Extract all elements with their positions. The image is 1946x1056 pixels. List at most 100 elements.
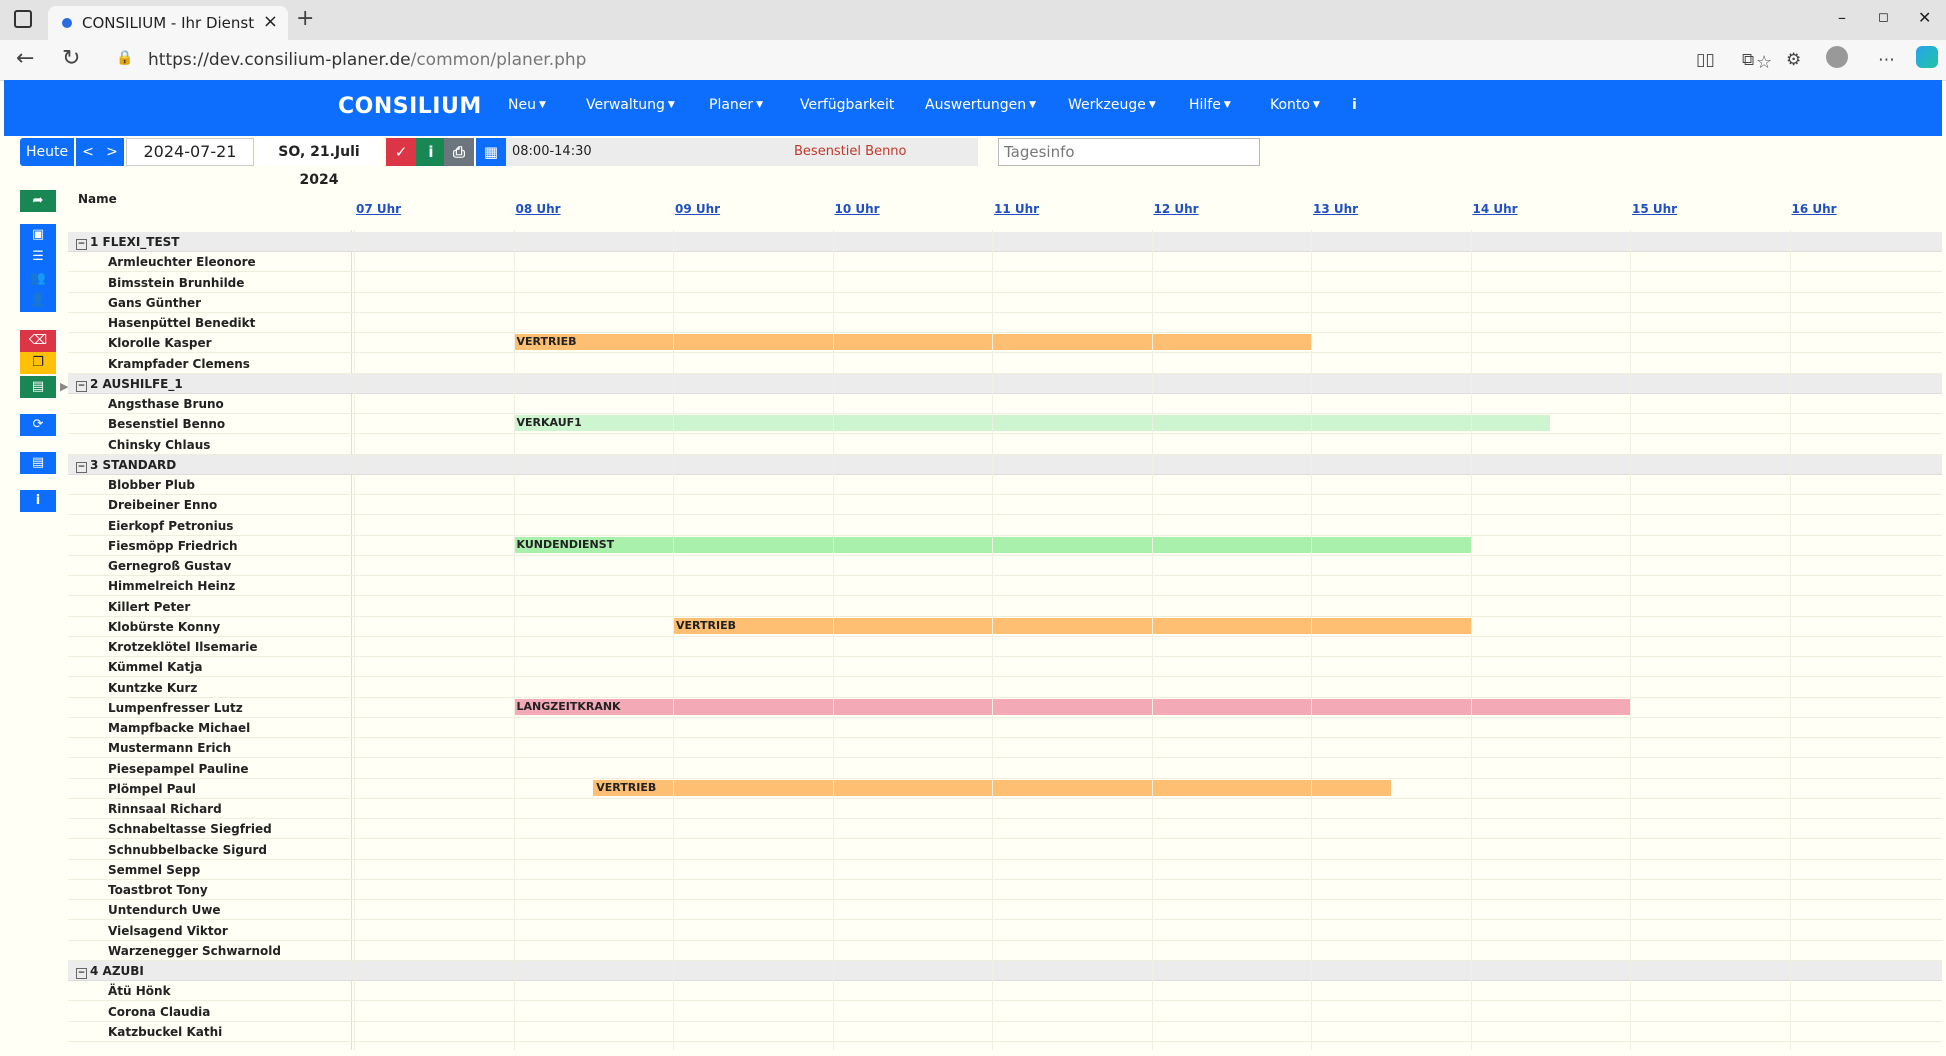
extensions-icon[interactable]: ⚙ (1786, 50, 1801, 70)
new-tab-icon[interactable]: + (296, 6, 314, 31)
maximize-icon[interactable]: ◻ (1878, 10, 1889, 25)
collapse-toggle-icon[interactable]: − (76, 239, 87, 250)
employee-row[interactable]: Armleuchter Eleonore (68, 252, 1942, 273)
hour-label[interactable]: 12 Uhr (1154, 202, 1199, 216)
back-icon[interactable]: ← (16, 46, 34, 71)
group-label[interactable]: −2 AUSHILFE_1 (76, 377, 183, 392)
employee-row[interactable]: Toastbrot Tony (68, 880, 1942, 900)
tagesinfo-input[interactable]: Tagesinfo (998, 138, 1260, 166)
hour-label[interactable]: 10 Uhr (835, 202, 880, 216)
shift-bar[interactable]: VERTRIEB (673, 617, 1471, 634)
menu-verwaltung[interactable]: Verwaltung ▼ (586, 97, 675, 113)
pdf-icon[interactable]: ▤ (20, 452, 56, 474)
minimize-icon[interactable]: – (1838, 8, 1846, 27)
employee-row[interactable]: Klobürste Konny VERTRIEB (68, 617, 1942, 637)
window-menu-icon[interactable] (14, 10, 32, 28)
copilot-icon[interactable] (1916, 46, 1938, 68)
date-input[interactable]: 2024-07-21 (126, 138, 254, 166)
share-icon[interactable]: ➦ (20, 190, 56, 212)
collections-icon[interactable]: ⧉ (1742, 50, 1754, 70)
employee-row[interactable]: Bimsstein Brunhilde (68, 273, 1942, 293)
employee-row[interactable]: Gernegroß Gustav (68, 556, 1942, 576)
info-button[interactable]: i (416, 138, 446, 166)
info-icon[interactable]: i (20, 490, 56, 512)
employee-row[interactable]: Schnubbelbacke Sigurd (68, 840, 1942, 860)
employee-row[interactable]: Mustermann Erich (68, 738, 1942, 759)
hour-label[interactable]: 13 Uhr (1313, 202, 1358, 216)
list-icon[interactable]: ☰ (20, 246, 56, 268)
group-label[interactable]: −1 FLEXI_TEST (76, 235, 180, 250)
prev-day-button[interactable]: < (76, 138, 100, 166)
group-label[interactable]: −4 AZUBI (76, 964, 144, 979)
hour-label[interactable]: 16 Uhr (1792, 202, 1837, 216)
more-menu-icon[interactable]: ⋯ (1878, 50, 1895, 70)
hour-label[interactable]: 07 Uhr (356, 202, 401, 216)
menu-verfuegbarkeit[interactable]: Verfügbarkeit (800, 97, 894, 113)
refresh-icon[interactable]: ⟳ (20, 414, 56, 436)
employee-row[interactable]: Katzbuckel Kathi (68, 1022, 1942, 1042)
hour-label[interactable]: 15 Uhr (1632, 202, 1677, 216)
collapse-toggle-icon[interactable]: − (76, 461, 87, 473)
employee-row[interactable]: Killert Peter (68, 597, 1942, 617)
group-row[interactable]: −2 AUSHILFE_1 (68, 373, 1942, 394)
calendar-icon[interactable]: ▣ (20, 224, 56, 246)
employee-row[interactable]: Hasenpüttel Benedikt (68, 313, 1942, 333)
users-icon[interactable]: 👥 (20, 268, 56, 290)
employee-row[interactable]: Plömpel Paul VERTRIEB (68, 779, 1942, 799)
shift-bar[interactable]: LANGZEITKRANK (513, 698, 1630, 715)
paste-icon[interactable]: ▤ (20, 376, 56, 398)
group-row[interactable]: −3 STANDARD (68, 454, 1942, 475)
profile-avatar[interactable] (1826, 46, 1848, 68)
next-day-button[interactable]: > (100, 138, 124, 166)
employee-row[interactable]: Piesepampel Pauline (68, 759, 1942, 779)
hour-label[interactable]: 09 Uhr (675, 202, 720, 216)
reload-icon[interactable]: ↻ (62, 46, 80, 71)
employee-row[interactable]: Eierkopf Petronius (68, 516, 1942, 536)
employee-row[interactable]: Klorolle Kasper VERTRIEB (68, 333, 1942, 354)
employee-row[interactable]: Semmel Sepp (68, 860, 1942, 880)
menu-neu[interactable]: Neu ▼ (508, 97, 546, 113)
copy-icon[interactable]: ❐ (20, 352, 56, 374)
close-window-icon[interactable]: ✕ (1918, 8, 1931, 27)
employee-row[interactable]: Vielsagend Viktor (68, 921, 1942, 941)
employee-row[interactable]: Rinnsaal Richard (68, 799, 1942, 819)
url-field[interactable]: 🔒 https://dev.consilium-planer.de/common… (116, 46, 1772, 74)
group-row[interactable]: −1 FLEXI_TEST (68, 232, 1942, 252)
today-button[interactable]: Heute (20, 138, 74, 166)
hour-label[interactable]: 14 Uhr (1473, 202, 1518, 216)
employee-row[interactable]: Untendurch Uwe (68, 900, 1942, 921)
close-tab-icon[interactable]: × (263, 11, 278, 32)
browser-tab[interactable]: CONSILIUM - Ihr Dienstpl × (48, 6, 288, 40)
shift-bar[interactable]: VERTRIEB (513, 334, 1311, 351)
employee-row[interactable]: Dreibeiner Enno (68, 495, 1942, 516)
employee-row[interactable]: Chinsky Chlaus (68, 435, 1942, 455)
employee-row[interactable]: Ätü Hönk (68, 981, 1942, 1002)
user-remove-icon[interactable]: 👤 (20, 290, 56, 312)
employee-row[interactable]: Krotzeklötel Ilsemarie (68, 637, 1942, 657)
employee-row[interactable]: Kuntzke Kurz (68, 678, 1942, 698)
menu-info[interactable]: i (1352, 97, 1357, 113)
split-screen-icon[interactable]: ▯▯ (1696, 50, 1715, 70)
menu-konto[interactable]: Konto ▼ (1270, 97, 1320, 113)
collapse-toggle-icon[interactable]: − (76, 380, 87, 392)
hour-label[interactable]: 11 Uhr (994, 202, 1039, 216)
favorite-star-icon[interactable]: ☆ (1756, 52, 1772, 73)
employee-row[interactable]: Besenstiel Benno VERKAUF1 (68, 414, 1942, 435)
employee-row[interactable]: Angsthase Bruno (68, 394, 1942, 414)
menu-planer[interactable]: Planer ▼ (709, 97, 763, 113)
calendar-button[interactable]: ▦ (476, 138, 506, 166)
brand-logo[interactable]: CONSILIUM (338, 94, 482, 119)
employee-row[interactable]: Schnabeltasse Siegfried (68, 819, 1942, 840)
collapse-toggle-icon[interactable]: − (76, 968, 87, 979)
group-row[interactable]: −4 AZUBI (68, 961, 1942, 981)
menu-werkzeuge[interactable]: Werkzeuge ▼ (1068, 97, 1156, 113)
eraser-icon[interactable]: ⌫ (20, 330, 56, 352)
print-button[interactable]: ⎙ (444, 138, 474, 166)
employee-row[interactable]: Warzenegger Schwarnold (68, 941, 1942, 961)
employee-row[interactable]: Lumpenfresser Lutz LANGZEITKRANK (68, 698, 1942, 718)
employee-row[interactable]: Blobber Plub (68, 475, 1942, 495)
hour-label[interactable]: 08 Uhr (516, 202, 561, 216)
group-label[interactable]: −3 STANDARD (76, 458, 176, 473)
employee-row[interactable]: Krampfader Clemens (68, 354, 1942, 374)
employee-row[interactable]: Gans Günther (68, 293, 1942, 313)
